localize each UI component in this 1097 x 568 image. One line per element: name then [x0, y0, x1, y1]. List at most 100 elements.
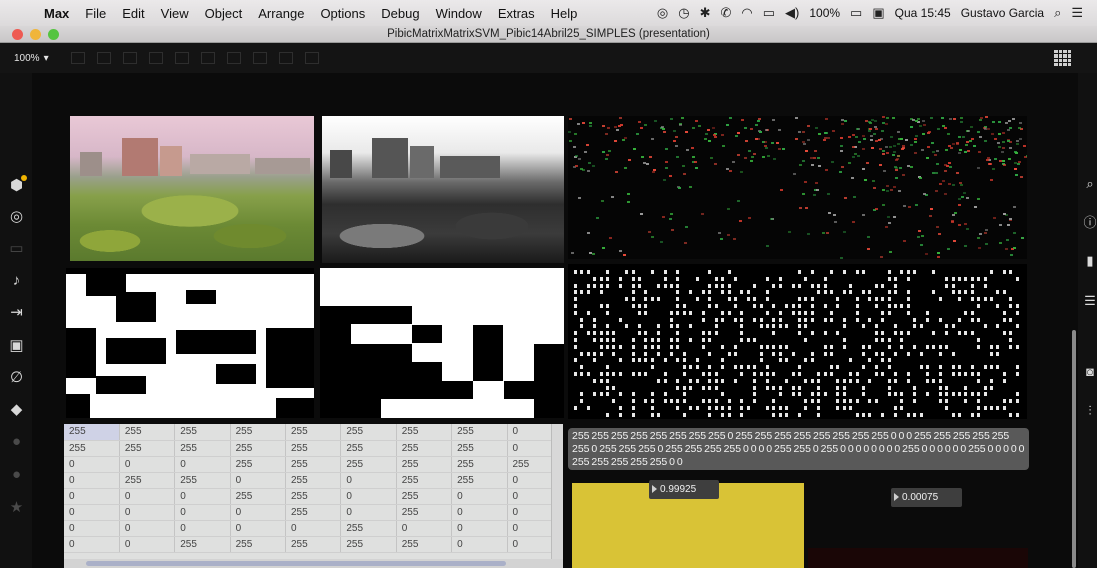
table-cell[interactable]: 255	[174, 440, 231, 457]
toolbar-button[interactable]	[70, 52, 85, 64]
table-cell[interactable]: 255	[451, 472, 508, 489]
phone-icon[interactable]: ✆	[720, 5, 731, 21]
circle-icon[interactable]: ●	[8, 433, 25, 450]
table-cell[interactable]: 255	[285, 536, 342, 553]
sliders-icon[interactable]: ⫶	[1083, 404, 1097, 418]
table-cell[interactable]: 0	[340, 472, 397, 489]
toolbar-button[interactable]	[304, 52, 319, 64]
toolbar-button[interactable]	[174, 52, 189, 64]
table-cell[interactable]: 0	[174, 456, 231, 473]
table-cell[interactable]: 0	[396, 520, 453, 537]
toolbar-button[interactable]	[278, 52, 293, 64]
toolbar-button[interactable]	[200, 52, 215, 64]
table-cell[interactable]: 255	[340, 424, 397, 441]
table-cell[interactable]: 0	[64, 472, 120, 489]
package-icon[interactable]: ⬢	[8, 175, 27, 194]
star-icon[interactable]: ★	[8, 499, 25, 516]
table-cell[interactable]: 0	[285, 520, 342, 537]
info-icon[interactable]: ⓘ	[1083, 216, 1097, 230]
table-cell[interactable]: 255	[230, 440, 287, 457]
image-icon[interactable]: ▣	[8, 337, 25, 354]
table-cell[interactable]: 255	[230, 424, 287, 441]
table-cell[interactable]: 255	[230, 488, 287, 505]
table-cell[interactable]: 0	[64, 456, 120, 473]
table-cell[interactable]: 255	[64, 424, 120, 441]
table-cell[interactable]: 255	[119, 440, 176, 457]
table-cell[interactable]: 255	[230, 536, 287, 553]
notification-center-icon[interactable]: ☰	[1071, 5, 1083, 21]
table-cell[interactable]: 0	[174, 488, 231, 505]
search-icon[interactable]: ⌕	[1083, 177, 1097, 191]
menu-extras[interactable]: Extras	[490, 6, 543, 21]
second-multislider[interactable]	[808, 548, 1028, 568]
panel-icon[interactable]: ▮	[1083, 254, 1097, 268]
table-cell[interactable]: 0	[340, 504, 397, 521]
table-cell[interactable]: 0	[119, 504, 176, 521]
table-cell[interactable]: 255	[451, 456, 508, 473]
table-cell[interactable]: 255	[285, 472, 342, 489]
flag-icon[interactable]: ▣	[872, 5, 884, 21]
time-machine-icon[interactable]: ◷	[678, 5, 689, 21]
table-cell[interactable]: 255	[396, 456, 453, 473]
menu-view[interactable]: View	[153, 6, 197, 21]
table-cell[interactable]: 0	[174, 504, 231, 521]
toolbar-button[interactable]	[122, 52, 137, 64]
table-cell[interactable]: 0	[230, 520, 287, 537]
table-cell[interactable]: 255	[340, 440, 397, 457]
menu-object[interactable]: Object	[197, 6, 251, 21]
table-cell[interactable]: 0	[230, 504, 287, 521]
table-cell[interactable]: 0	[451, 520, 508, 537]
table-cell[interactable]: 0	[64, 536, 120, 553]
table-cell[interactable]: 255	[174, 472, 231, 489]
cellblock-vertical-scrollbar[interactable]	[551, 424, 563, 559]
menu-app-name[interactable]: Max	[34, 6, 77, 21]
table-cell[interactable]: 255	[396, 424, 453, 441]
table-cell[interactable]: 255	[396, 536, 453, 553]
table-cell[interactable]: 255	[230, 456, 287, 473]
cellblock-table[interactable]: 255 255 255 255 255 255 255 255 0 255 255 255 255 255…	[64, 424, 563, 568]
camera-icon[interactable]: ◙	[1083, 365, 1097, 379]
cellblock-horizontal-scrollbar[interactable]	[64, 559, 563, 568]
table-cell[interactable]: 0	[174, 520, 231, 537]
table-cell[interactable]: 0	[64, 488, 120, 505]
grid-icon[interactable]	[1054, 50, 1071, 66]
table-cell[interactable]: 0	[64, 504, 120, 521]
menu-options[interactable]: Options	[312, 6, 373, 21]
table-cell[interactable]: 0	[230, 472, 287, 489]
toolbar-button[interactable]	[226, 52, 241, 64]
zoom-dropdown[interactable]: 100% ▾	[0, 53, 49, 64]
table-cell[interactable]: 255	[285, 440, 342, 457]
target-icon[interactable]: ◎	[8, 208, 25, 225]
zoom-button[interactable]	[48, 28, 59, 40]
table-cell[interactable]: 0	[119, 456, 176, 473]
table-cell[interactable]: 0	[340, 488, 397, 505]
table-cell[interactable]: 0	[451, 536, 508, 553]
menu-window[interactable]: Window	[428, 6, 490, 21]
toolbar-button[interactable]	[148, 52, 163, 64]
list-icon[interactable]: ☰	[1083, 294, 1097, 308]
table-cell[interactable]: 0	[119, 488, 176, 505]
airplay-icon[interactable]: ▭	[763, 5, 775, 21]
number-box-1[interactable]: 0.99925	[649, 480, 719, 499]
table-cell[interactable]: 255	[340, 520, 397, 537]
table-cell[interactable]: 255	[64, 440, 120, 457]
table-cell[interactable]: 255	[285, 424, 342, 441]
menu-debug[interactable]: Debug	[373, 6, 427, 21]
table-cell[interactable]: 0	[451, 488, 508, 505]
table-cell[interactable]: 0	[64, 520, 120, 537]
table-cell[interactable]: 255	[451, 424, 508, 441]
table-cell[interactable]: 255	[340, 456, 397, 473]
bluetooth-icon[interactable]: ✱	[700, 5, 711, 21]
clock[interactable]: Qua 15:45	[895, 6, 951, 20]
table-cell[interactable]: 0	[451, 504, 508, 521]
plug-icon[interactable]: ◆	[8, 401, 25, 418]
table-cell[interactable]: 255	[396, 440, 453, 457]
clip-icon[interactable]: ▭	[8, 240, 25, 257]
table-cell[interactable]: 255	[340, 536, 397, 553]
table-cell[interactable]: 0	[119, 520, 176, 537]
menu-arrange[interactable]: Arrange	[250, 6, 312, 21]
message-box[interactable]: 255 255 255 255 255 255 255 255 0 255 25…	[568, 428, 1029, 470]
table-cell[interactable]: 255	[451, 440, 508, 457]
table-cell[interactable]: 255	[396, 504, 453, 521]
table-cell[interactable]: 255	[285, 504, 342, 521]
